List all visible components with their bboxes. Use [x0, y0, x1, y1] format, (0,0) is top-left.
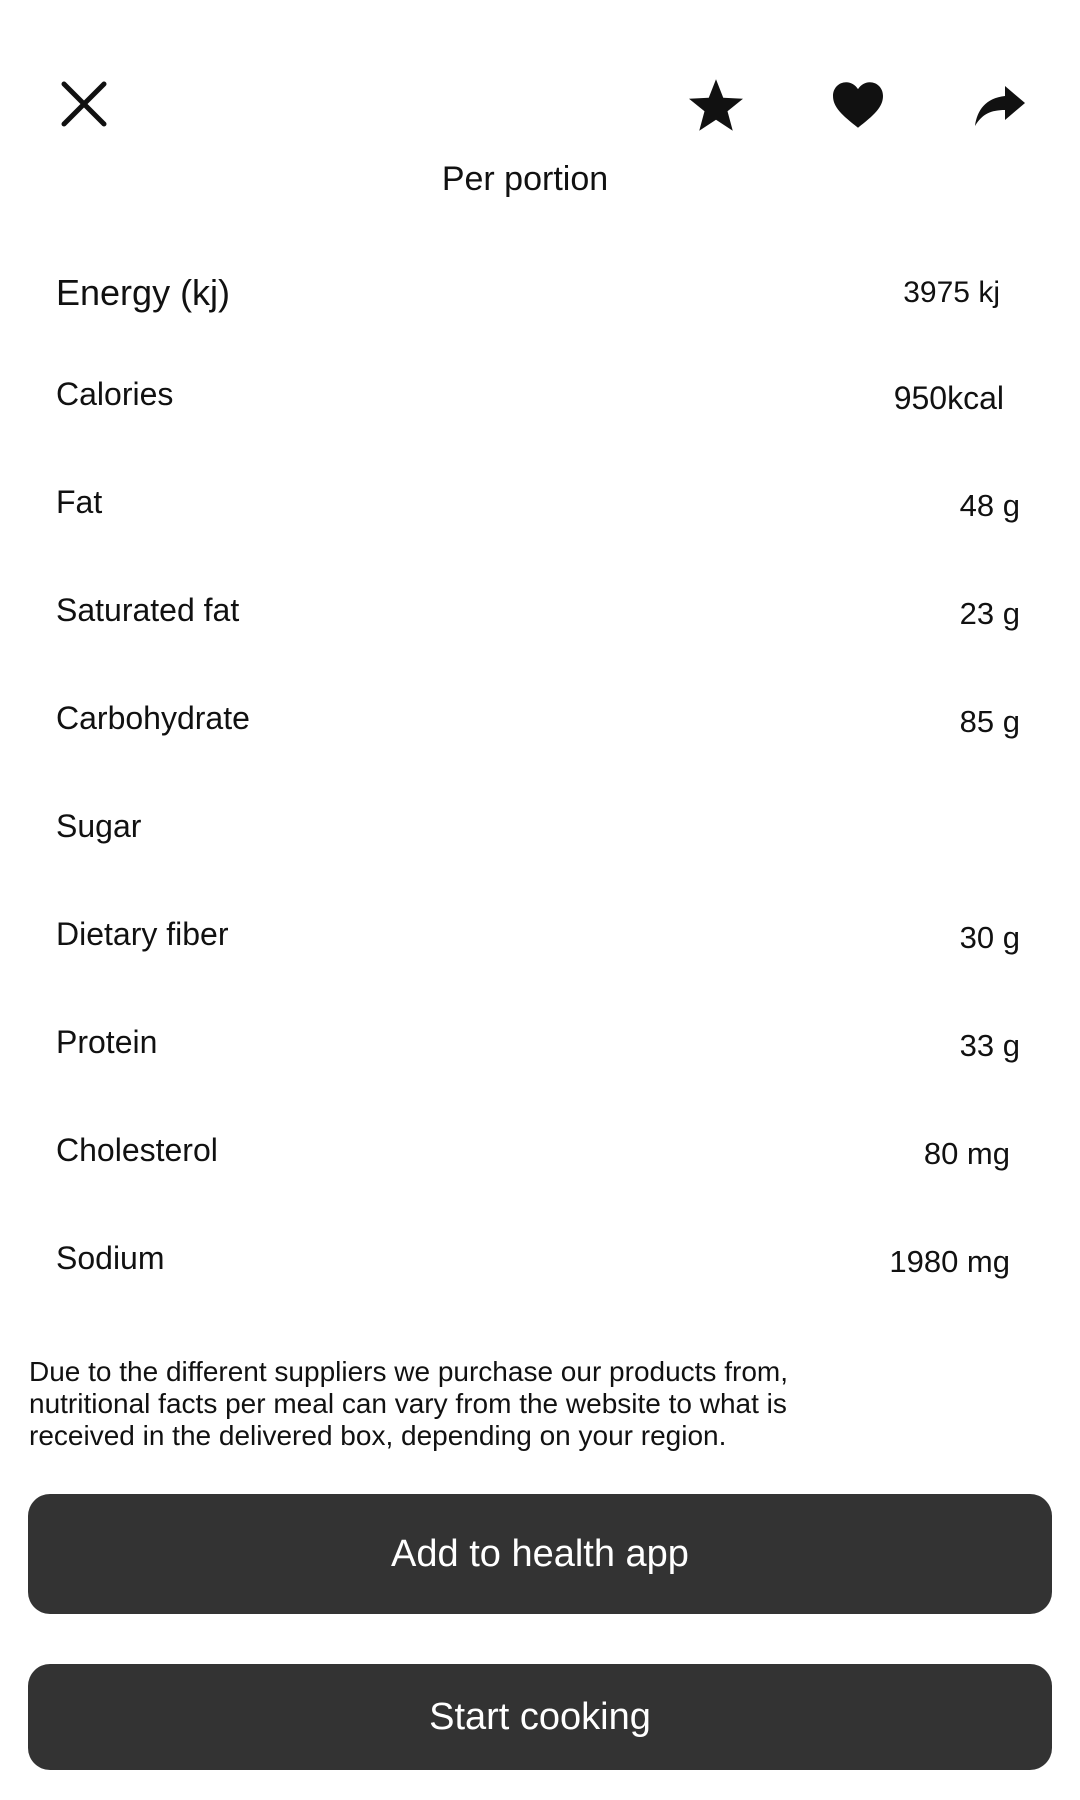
close-icon: [61, 81, 107, 127]
favorite-star-button[interactable]: [680, 70, 752, 142]
nutrient-label: Energy (kj): [56, 272, 231, 313]
share-icon: [975, 86, 1025, 126]
nutrition-row-fat: Fat 48 g: [0, 456, 1080, 564]
nutrient-label: Cholesterol: [56, 1132, 218, 1168]
start-cooking-button[interactable]: Start cooking: [28, 1664, 1052, 1770]
nutrient-label: Calories: [56, 376, 174, 412]
nutrient-value: 85 g: [959, 704, 1020, 739]
nutrient-label: Dietary fiber: [56, 916, 229, 952]
nutrition-row-cholesterol: Cholesterol 80 mg: [0, 1104, 1080, 1212]
nutrient-label: Carbohydrate: [56, 700, 250, 736]
disclaimer-line: received in the delivered box, depending…: [29, 1420, 727, 1451]
nutrient-value: 80 mg: [923, 1136, 1010, 1171]
nutrient-value: 3975 kj: [903, 276, 1000, 309]
nutrient-value: 23 g: [959, 596, 1020, 631]
nutrient-label: Sugar: [56, 808, 142, 844]
nutrition-disclaimer: Due to the different suppliers we purcha…: [29, 1356, 1029, 1452]
per-portion-heading: Per portion: [441, 160, 609, 198]
heart-icon: [833, 82, 883, 128]
nutrient-label: Saturated fat: [56, 592, 240, 628]
nutrition-row-protein: Protein 33 g: [0, 996, 1080, 1104]
nutrition-row-sugar: Sugar: [0, 780, 1080, 888]
nutrition-row-calories: Calories 950kcal: [0, 348, 1080, 456]
disclaimer-line: nutritional facts per meal can vary from…: [29, 1388, 787, 1419]
close-button[interactable]: [50, 70, 118, 138]
star-icon: [689, 79, 743, 131]
nutrient-value: 950kcal: [893, 380, 1004, 416]
share-button[interactable]: [965, 74, 1035, 138]
disclaimer-line: Due to the different suppliers we purcha…: [29, 1356, 788, 1387]
nutrient-label: Sodium: [56, 1240, 165, 1276]
nutrition-row-dietary-fiber: Dietary fiber 30 g: [0, 888, 1080, 996]
nutrient-value: 33 g: [959, 1028, 1020, 1063]
nutrition-row-carbohydrate: Carbohydrate 85 g: [0, 672, 1080, 780]
nutrition-row-sodium: Sodium 1980 mg: [0, 1212, 1080, 1320]
nutrient-label: Protein: [56, 1024, 158, 1060]
nutrient-value: 1980 mg: [889, 1244, 1010, 1279]
add-to-health-app-button[interactable]: Add to health app: [28, 1494, 1052, 1614]
nutrition-table: Energy (kj) 3975 kj Calories 950kcal Fat…: [0, 240, 1080, 1320]
nutrient-value: 30 g: [959, 920, 1020, 955]
nutrient-label: Fat: [56, 484, 103, 520]
like-button[interactable]: [825, 72, 891, 138]
nutrition-row-saturated-fat: Saturated fat 23 g: [0, 564, 1080, 672]
nutrient-value: 48 g: [959, 488, 1020, 523]
nutrition-row-energy: Energy (kj) 3975 kj: [0, 240, 1080, 348]
